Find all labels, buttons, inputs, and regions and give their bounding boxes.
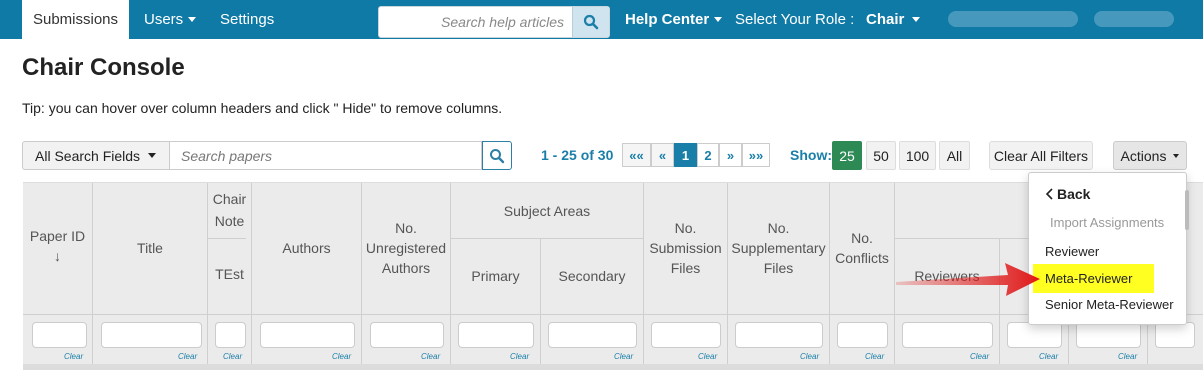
red-arrow-annotation	[896, 263, 1040, 296]
